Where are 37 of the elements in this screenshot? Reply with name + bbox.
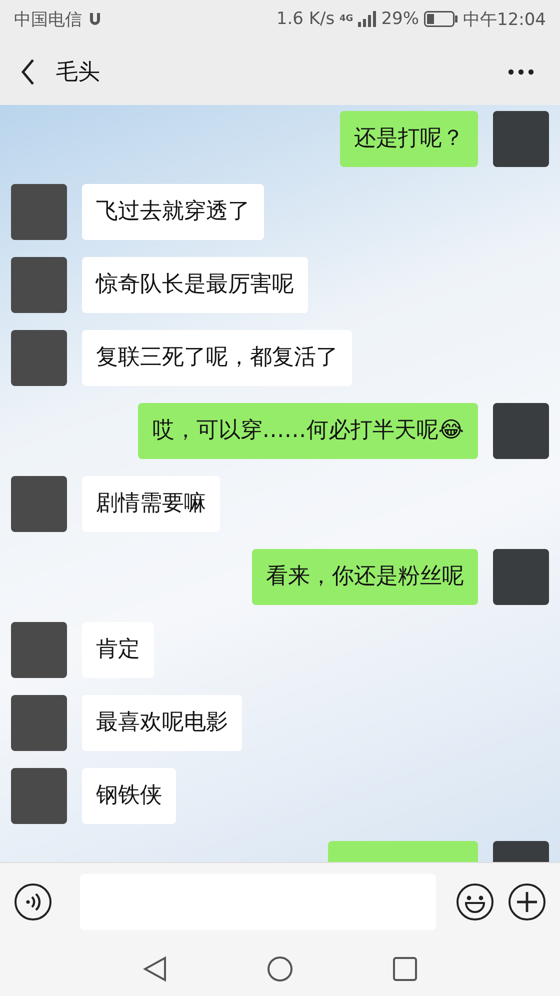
message-bubble: 钢铁侠	[82, 768, 176, 824]
back-triangle-icon[interactable]	[143, 956, 167, 982]
avatar-placeholder[interactable]	[11, 768, 67, 824]
avatar-placeholder[interactable]	[11, 257, 67, 313]
battery-icon	[424, 11, 458, 27]
avatar-placeholder[interactable]	[11, 622, 67, 678]
more-icon[interactable]	[508, 68, 534, 74]
chat-title: 毛头	[56, 58, 100, 86]
notification-icon	[87, 11, 103, 27]
message-bubble: 飞过去就穿透了	[82, 184, 264, 240]
avatar-placeholder[interactable]	[11, 695, 67, 751]
message-bubble: 哎，可以穿……何必打半天呢😂	[138, 403, 478, 459]
message-bubble: 复联三死了呢，都复活了	[82, 330, 352, 386]
avatar-placeholder[interactable]	[493, 549, 549, 605]
avatar-placeholder[interactable]	[493, 111, 549, 167]
avatar-placeholder[interactable]	[11, 476, 67, 532]
recents-square-icon[interactable]	[393, 956, 417, 980]
network-speed-text: 1.6 K/s	[276, 9, 335, 29]
plus-icon[interactable]	[508, 883, 546, 921]
back-icon[interactable]	[20, 58, 36, 86]
network-type-text: 4G	[340, 14, 354, 24]
message-bubble: 最喜欢呢电影	[82, 695, 242, 751]
message-bubble: 肯定	[82, 622, 154, 678]
signal-icon	[358, 11, 376, 27]
message-bubble: 惊奇队长是最厉害呢	[82, 257, 308, 313]
emoji-icon[interactable]	[456, 883, 494, 921]
home-circle-icon[interactable]	[267, 956, 293, 982]
message-bubble: 剧情需要嘛	[82, 476, 220, 532]
message-bubble: 还是打呢？	[340, 111, 478, 167]
clock-text: 中午12:04	[463, 8, 546, 30]
message-bubble: 看来，你还是粉丝呢	[252, 549, 478, 605]
carrier-text: 中国电信	[14, 8, 82, 30]
avatar-placeholder[interactable]	[11, 184, 67, 240]
battery-percent-text: 29%	[381, 9, 419, 29]
avatar-placeholder[interactable]	[11, 330, 67, 386]
avatar-placeholder[interactable]	[493, 403, 549, 459]
voice-icon[interactable]	[14, 883, 52, 921]
